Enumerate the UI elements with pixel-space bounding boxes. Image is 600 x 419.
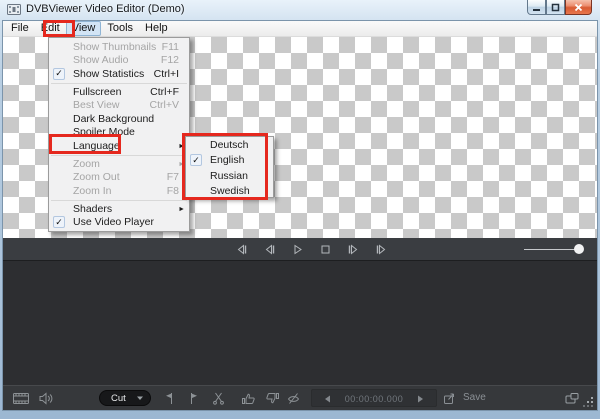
menu-item-show-audio[interactable]: Show Audio F12 xyxy=(49,54,189,68)
jump-end-icon[interactable] xyxy=(376,244,387,255)
timeline-area[interactable] xyxy=(3,261,597,385)
filmstrip-icon[interactable] xyxy=(13,392,29,405)
close-button[interactable] xyxy=(565,0,592,15)
play-icon[interactable] xyxy=(292,244,303,255)
menu-item-zoom-out[interactable]: Zoom Out F7 xyxy=(49,171,189,185)
menu-item-show-thumbnails[interactable]: Show Thumbnails F11 xyxy=(49,40,189,54)
menu-item-zoom[interactable]: Zoom ► xyxy=(49,157,189,171)
resize-grip[interactable] xyxy=(583,396,594,407)
menu-tools[interactable]: Tools xyxy=(101,21,139,36)
save-button[interactable]: Save xyxy=(463,392,486,403)
cut-mode-dropdown[interactable]: Cut xyxy=(99,390,151,406)
timecode-panel: 00:00:00.000 xyxy=(311,389,437,407)
bottom-toolbar: Cut xyxy=(3,385,597,410)
pip-window-icon[interactable] xyxy=(565,392,579,405)
app-window: DVBViewer Video Editor (Demo) File Edit … xyxy=(0,0,600,419)
preview-eye-icon[interactable] xyxy=(287,392,303,405)
stop-icon[interactable] xyxy=(320,244,331,255)
chevron-down-icon xyxy=(136,394,144,402)
menu-item-shaders[interactable]: Shaders ► xyxy=(49,202,189,216)
step-forward-icon[interactable] xyxy=(348,244,359,255)
step-back-icon[interactable] xyxy=(264,244,275,255)
next-frame-arrow-icon[interactable] xyxy=(417,395,424,403)
thumbs-down-icon[interactable] xyxy=(265,392,281,405)
transport-buttons xyxy=(236,244,387,255)
menu-bar: File Edit View Tools Help xyxy=(3,21,597,37)
cut-mode-label: Cut xyxy=(111,393,136,404)
volume-slider-knob[interactable] xyxy=(574,244,584,254)
menu-item-use-video-player[interactable]: ✓ Use Video Player xyxy=(49,216,189,230)
menu-item-dark-background[interactable]: Dark Background xyxy=(49,112,189,126)
thumbs-up-icon[interactable] xyxy=(241,392,257,405)
red-highlight-view-menu xyxy=(43,20,75,37)
checkmark-icon: ✓ xyxy=(53,216,65,228)
menu-item-fullscreen[interactable]: Fullscreen Ctrl+F xyxy=(49,85,189,99)
transport-bar xyxy=(3,238,597,261)
audio-speaker-icon[interactable] xyxy=(39,392,55,405)
caption-buttons xyxy=(527,0,592,15)
delete-cut-scissors-icon[interactable] xyxy=(212,392,228,405)
red-highlight-language-submenu xyxy=(182,133,268,200)
marker-in-flag-icon[interactable] xyxy=(163,392,179,405)
red-highlight-language-item xyxy=(49,134,121,154)
maximize-button[interactable] xyxy=(546,0,565,15)
jump-start-icon[interactable] xyxy=(236,244,247,255)
menu-file[interactable]: File xyxy=(5,21,35,36)
marker-out-flag-icon[interactable] xyxy=(188,392,204,405)
menu-help[interactable]: Help xyxy=(139,21,174,36)
volume-slider-track[interactable] xyxy=(524,249,580,250)
title-bar[interactable]: DVBViewer Video Editor (Demo) xyxy=(0,0,600,20)
menu-item-zoom-in[interactable]: Zoom In F8 xyxy=(49,184,189,198)
minimize-button[interactable] xyxy=(527,0,546,15)
window-title: DVBViewer Video Editor (Demo) xyxy=(26,3,185,15)
menu-item-show-statistics[interactable]: ✓ Show Statistics Ctrl+I xyxy=(49,67,189,81)
checkmark-icon: ✓ xyxy=(53,68,65,80)
save-icon[interactable] xyxy=(443,392,455,405)
submenu-arrow-icon: ► xyxy=(178,206,185,213)
app-icon xyxy=(7,3,21,16)
menu-item-best-view[interactable]: Best View Ctrl+V xyxy=(49,99,189,113)
